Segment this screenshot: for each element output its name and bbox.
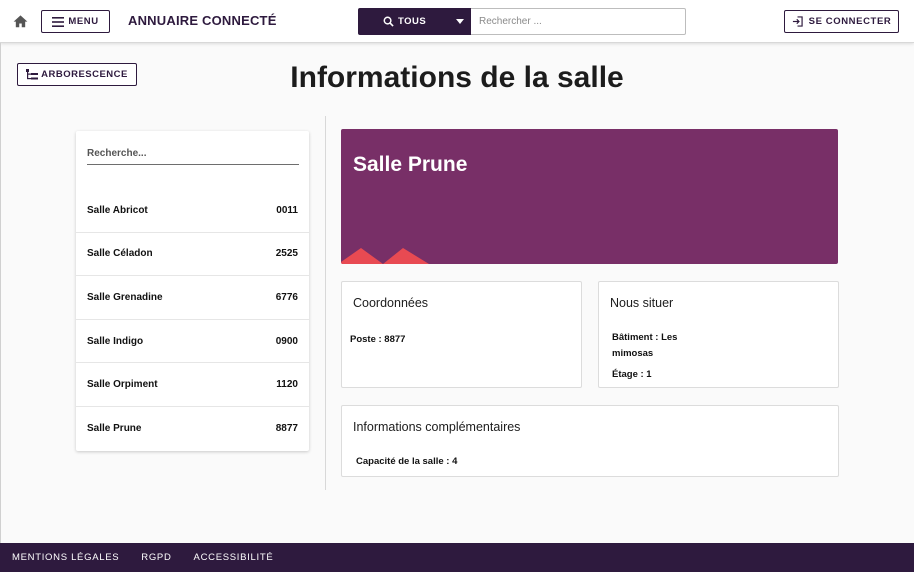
room-name: Salle Abricot xyxy=(87,204,148,216)
list-item[interactable]: Salle Grenadine 6776 xyxy=(76,276,309,320)
room-code: 2525 xyxy=(275,248,298,260)
mountain-decoration-icon xyxy=(341,248,429,264)
room-code: 8877 xyxy=(275,423,298,435)
room-code: 1120 xyxy=(276,379,298,391)
column-divider xyxy=(325,116,326,490)
top-app-bar: MENU ANNUAIRE CONNECTÉ TOUS SE CONNECTER xyxy=(0,0,914,43)
page-title: Informations de la salle xyxy=(290,61,624,94)
room-list-card: Salle Abricot 0011 Salle Céladon 2525 Sall… xyxy=(76,131,309,451)
footer: MENTIONS LÉGALES RGPD ACCESSIBILITÉ xyxy=(0,543,914,572)
login-icon xyxy=(792,16,803,27)
room-name: Salle Céladon xyxy=(87,248,153,260)
hamburger-icon xyxy=(52,16,65,27)
list-item[interactable]: Salle Prune 8877 xyxy=(76,407,309,451)
room-code: 6776 xyxy=(275,291,298,303)
room-name: Salle Prune xyxy=(87,423,142,435)
room-name: Salle Grenadine xyxy=(87,291,163,303)
building-line-2: mimosas xyxy=(612,348,654,359)
app-title: ANNUAIRE CONNECTÉ xyxy=(128,13,277,28)
search-scope-label: TOUS xyxy=(398,16,427,27)
login-button[interactable]: SE CONNECTER xyxy=(784,10,899,33)
room-search-input[interactable] xyxy=(87,143,299,165)
room-name: Salle Indigo xyxy=(87,335,144,347)
location-card: Nous situer Bâtiment : Les mimosas Étage… xyxy=(598,281,839,388)
room-list: Salle Abricot 0011 Salle Céladon 2525 Sall… xyxy=(76,189,309,451)
search-icon xyxy=(383,16,394,27)
global-search-input[interactable] xyxy=(471,8,686,35)
menu-button-label: MENU xyxy=(68,16,99,27)
extra-info-title: Informations complémentaires xyxy=(353,420,521,434)
footer-link-rgpd[interactable]: RGPD xyxy=(141,552,171,563)
room-banner: Salle Prune xyxy=(341,129,838,264)
home-button[interactable] xyxy=(11,12,29,30)
room-code: 0900 xyxy=(275,335,298,347)
footer-link-accessibility[interactable]: ACCESSIBILITÉ xyxy=(194,552,274,563)
search-scope-select[interactable]: TOUS xyxy=(358,8,471,35)
building-line-1: Bâtiment : Les xyxy=(612,332,678,343)
footer-link-legal[interactable]: MENTIONS LÉGALES xyxy=(12,552,119,563)
home-icon xyxy=(13,15,27,28)
location-title: Nous situer xyxy=(610,296,674,310)
login-button-label: SE CONNECTER xyxy=(808,16,892,27)
list-item[interactable]: Salle Indigo 0900 xyxy=(76,320,309,364)
floor: Étage : 1 xyxy=(612,369,652,380)
coordinates-title: Coordonnées xyxy=(353,296,429,310)
room-title: Salle Prune xyxy=(353,153,468,176)
phone-extension: Poste : 8877 xyxy=(350,334,406,345)
list-item[interactable]: Salle Orpiment 1120 xyxy=(76,363,309,407)
chevron-down-icon xyxy=(456,19,464,24)
menu-button[interactable]: MENU xyxy=(41,10,110,33)
list-item[interactable]: Salle Abricot 0011 xyxy=(76,189,309,233)
room-code: 0011 xyxy=(276,204,298,216)
capacity: Capacité de la salle : 4 xyxy=(356,456,458,467)
list-item[interactable]: Salle Céladon 2525 xyxy=(76,233,309,277)
extra-info-card: Informations complémentaires Capacité de… xyxy=(341,405,839,477)
page-edge xyxy=(0,43,1,543)
room-name: Salle Orpiment xyxy=(87,379,158,391)
coordinates-card: Coordonnées Poste : 8877 xyxy=(341,281,582,388)
